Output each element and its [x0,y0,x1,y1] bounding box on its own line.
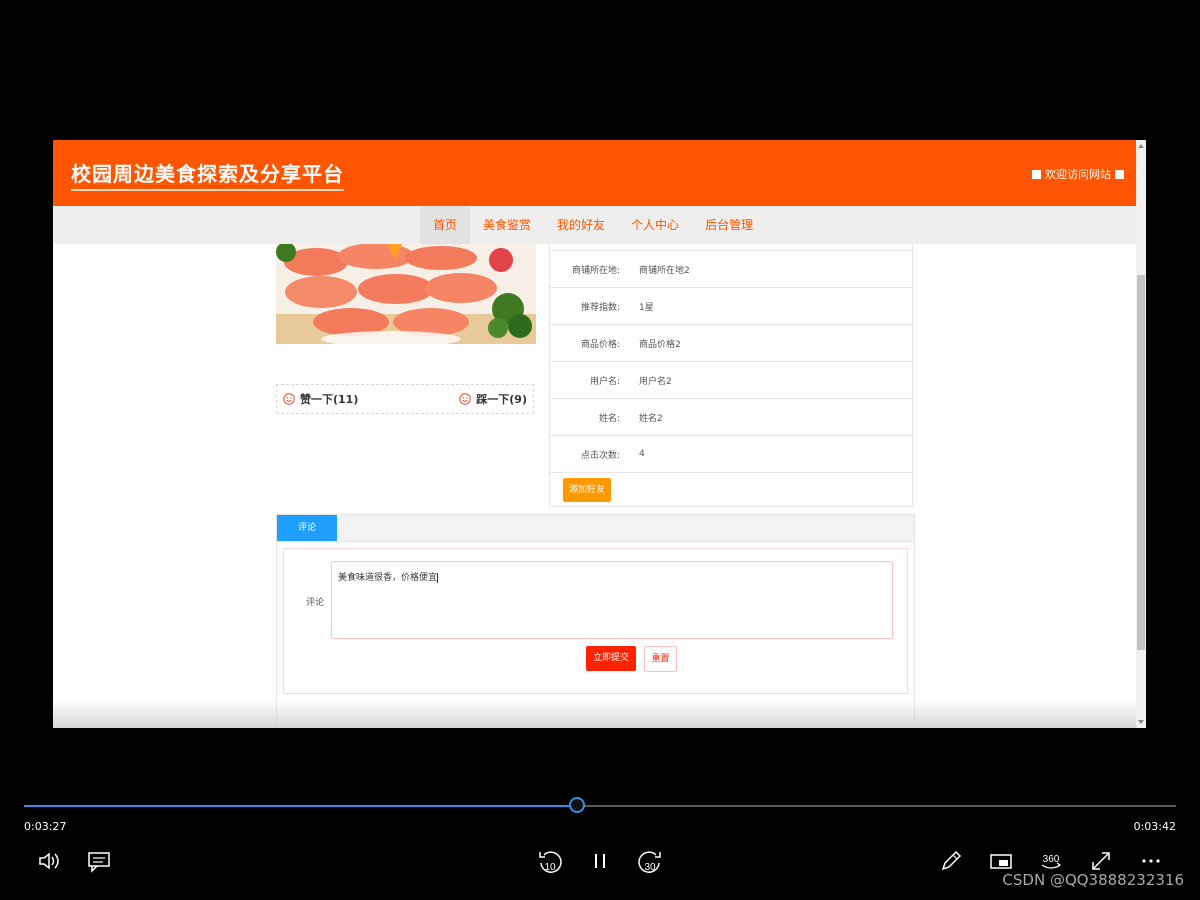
pause-icon [595,854,605,868]
nav-item-my-friends[interactable]: 我的好友 [544,206,618,244]
info-label: 推荐指数: [580,302,620,313]
square-icon [1032,169,1041,179]
pause-button[interactable] [584,845,616,877]
welcome-banner: 欢迎访问网站 [1032,166,1124,182]
site-title[interactable]: 校园周边美食探索及分享平台 [71,158,344,191]
volume-icon [39,852,59,870]
volume-button[interactable] [33,845,65,877]
pen-button[interactable] [935,845,967,877]
pen-icon [941,850,962,871]
info-label: 商铺所在地: [571,265,620,276]
tab-comment[interactable]: 评论 [277,515,337,541]
scroll-up-icon[interactable] [1138,144,1144,148]
food-info-table: 商铺所在地: 商铺所在地2 推荐指数: 1星 商品价格: 商品价格2 用户名: … [549,244,913,507]
welcome-text: 欢迎访问网站 [1045,168,1111,181]
info-label: 用户名: [589,376,620,387]
skip-back-seconds: 10 [544,862,556,873]
nav-item-home[interactable]: 首页 [420,206,471,244]
dislike-label: 踩一下(9) [476,393,527,406]
current-time: 0:03:27 [24,820,67,833]
captions-icon [88,852,110,873]
submit-button[interactable]: 立即提交 [586,646,636,671]
total-time: 0:03:42 [1133,820,1176,833]
dislike-button[interactable]: 踩一下(9) [459,391,527,407]
info-label: 姓名: [598,413,620,424]
text-caret [437,572,439,583]
watermark: CSDN @QQ3888232316 [1002,871,1184,889]
skip-back-icon: 10 [539,851,562,873]
reset-button[interactable]: 重置 [644,646,677,672]
info-row-partial [549,244,913,251]
info-value: 商品价格2 [639,339,681,350]
captions-button[interactable] [83,845,115,877]
site-header: 校园周边美食探索及分享平台 欢迎访问网站 [53,140,1136,206]
skip-back-button[interactable]: 10 [534,845,566,877]
nav-item-admin[interactable]: 后台管理 [692,206,766,244]
info-row: 推荐指数: 1星 [549,288,913,325]
comment-form: 评论 美食味道很香，价格便宜 立即提交 重置 [283,548,908,694]
like-button[interactable]: 赞一下(11) [283,391,358,407]
info-row: 点击次数: 4 [549,436,913,473]
like-label: 赞一下(11) [300,393,359,406]
controls-overlay-fade [53,700,1136,728]
main-nav: 首页 美食鉴赏 我的好友 个人中心 后台管理 [53,206,1136,244]
comment-textarea[interactable]: 美食味道很香，价格便宜 [331,561,893,639]
info-label: 商品价格: [580,339,620,350]
food-image [276,244,536,364]
nav-item-personal-center[interactable]: 个人中心 [618,206,692,244]
scrollbar-thumb[interactable] [1137,275,1145,650]
seek-bar-fill [24,805,577,807]
info-row: 用户名: 用户名2 [549,362,913,399]
comment-field-label: 评论 [306,598,325,608]
smile-icon [459,393,471,405]
info-row: 商品价格: 商品价格2 [549,325,913,362]
nav-item-food-review[interactable]: 美食鉴赏 [470,206,544,244]
info-value: 商铺所在地2 [639,265,690,276]
info-row: 商铺所在地: 商铺所在地2 [549,251,913,288]
info-value: 4 [639,449,645,459]
info-label: 点击次数: [580,450,620,461]
skip-forward-button[interactable]: 30 [634,845,666,877]
skip-forward-icon: 30 [638,851,661,873]
seek-handle[interactable] [568,797,585,813]
smile-icon [283,393,295,405]
browser-viewport: 校园周边美食探索及分享平台 欢迎访问网站 首页 美食鉴赏 我的好友 个人中心 后… [53,140,1146,728]
info-value: 用户名2 [639,376,672,387]
add-friend-button[interactable]: 添加好友 [563,477,612,502]
comment-panel: 评论 评论 美食味道很香，价格便宜 立即提交 重置 [276,514,915,728]
page-scrollbar[interactable] [1136,140,1146,728]
square-icon [1115,169,1124,179]
scroll-down-icon[interactable] [1138,720,1144,724]
info-value: 1星 [639,302,654,313]
add-friend-row: 添加好友 [549,473,913,507]
tab-bar: 评论 [277,515,914,542]
comment-text-value: 美食味道很香，价格便宜 [338,573,438,583]
info-row: 姓名: 姓名2 [549,399,913,436]
info-value: 姓名2 [639,413,663,424]
skip-forward-seconds: 30 [644,862,656,873]
vote-box: 赞一下(11) 踩一下(9) [276,384,534,414]
seek-bar[interactable] [24,797,1176,813]
